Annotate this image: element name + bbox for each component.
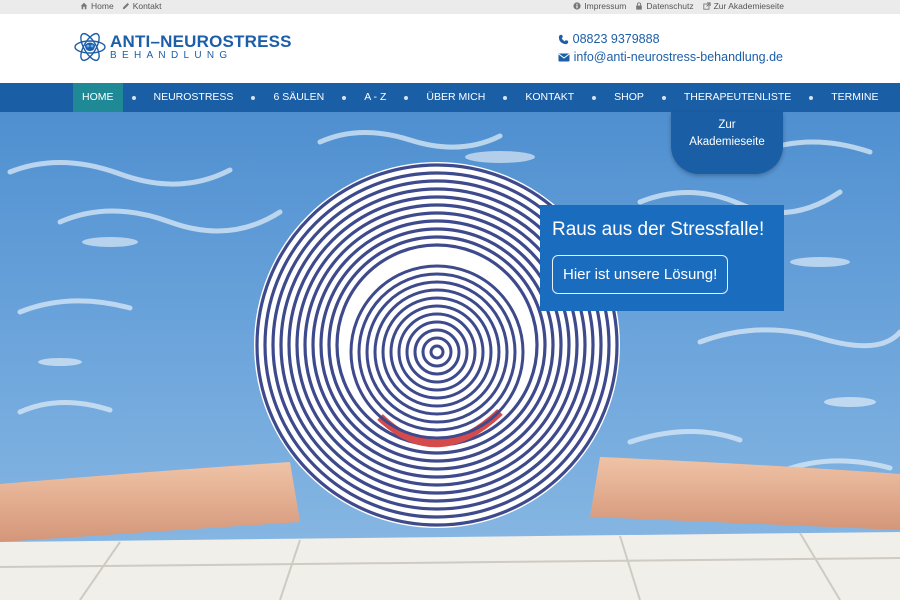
cta-box: Raus aus der Stressfalle! Hier ist unser… [540, 205, 784, 311]
topbar-home-label: Home [91, 1, 114, 11]
hero-image [0, 112, 900, 600]
nav-li-neurostress: NEUROSTRESS [145, 83, 265, 112]
nav-separator-dot [661, 95, 666, 100]
atom-logo-icon [74, 32, 106, 62]
nav-item-termine[interactable]: TERMINE [822, 83, 887, 112]
main-nav: HOME NEUROSTRESS 6 SÄULEN A - Z ÜBER MIC… [0, 83, 900, 112]
topbar-home-link[interactable]: Home [80, 1, 114, 11]
topbar-left-links: Home Kontakt [80, 1, 162, 11]
nav-li-6-saeulen: 6 SÄULEN [264, 83, 355, 112]
phone-icon [558, 34, 568, 44]
info-icon [573, 2, 581, 10]
envelope-icon [558, 53, 570, 61]
header-contact: 08823 9379888 info@anti-neurostress-beha… [558, 30, 783, 66]
nav-item-ueber-mich[interactable]: ÜBER MICH [417, 83, 494, 112]
logo-text: ANTI–NEUROSTRESS BEHANDLUNG [110, 33, 292, 61]
topbar-datenschutz-label: Datenschutz [646, 1, 694, 11]
home-icon [80, 2, 88, 10]
nav-item-therapeutenliste[interactable]: THERAPEUTENLISTE [675, 83, 800, 112]
nav-item-home[interactable]: HOME [73, 83, 123, 112]
pool-hat-illustration [0, 112, 900, 600]
topbar-impressum-link[interactable]: Impressum [573, 1, 626, 11]
nav-li-shop: SHOP [605, 83, 675, 112]
cta-title: Raus aus der Stressfalle! [552, 219, 765, 240]
phone-number: 08823 9379888 [572, 32, 660, 46]
solution-button[interactable]: Hier ist unsere Lösung! [552, 255, 729, 294]
email-address: info@anti-neurostress-behandlung.de [573, 50, 783, 64]
topbar-datenschutz-link[interactable]: Datenschutz [635, 1, 694, 11]
nav-li-home: HOME [73, 83, 145, 112]
nav-item-neurostress[interactable]: NEUROSTRESS [145, 83, 243, 112]
external-link-icon [702, 2, 711, 10]
nav-separator-dot [131, 95, 136, 100]
academy-tab-button[interactable]: Zur Akademieseite [671, 112, 783, 174]
nav-item-a-z[interactable]: A - Z [355, 83, 395, 112]
nav-separator-dot [404, 95, 409, 100]
logo-subtitle: BEHANDLUNG [110, 50, 233, 61]
email-row[interactable]: info@anti-neurostress-behandlung.de [558, 48, 783, 66]
nav-separator-dot [809, 95, 814, 100]
lock-icon [636, 2, 643, 10]
topbar-akademie-label: Zur Akademieseite [713, 1, 784, 11]
top-utility-bar: Home Kontakt Impressum Datenschutz Zur A… [0, 0, 900, 14]
nav-li-a-z: A - Z [355, 83, 417, 112]
nav-li-ueber-mich: ÜBER MICH [417, 83, 516, 112]
site-header: ANTI–NEUROSTRESS BEHANDLUNG 08823 937988… [0, 14, 900, 83]
topbar-akademie-link[interactable]: Zur Akademieseite [702, 1, 784, 11]
nav-separator-dot [251, 95, 256, 100]
nav-li-kontakt: KONTAKT [516, 83, 605, 112]
nav-item-kontakt[interactable]: KONTAKT [516, 83, 583, 112]
nav-separator-dot [592, 95, 597, 100]
nav-item-6-saeulen[interactable]: 6 SÄULEN [264, 83, 333, 112]
logo-title: ANTI–NEUROSTRESS [110, 32, 292, 51]
nav-separator-dot [503, 95, 508, 100]
topbar-kontakt-link[interactable]: Kontakt [122, 1, 162, 11]
pencil-icon [122, 2, 129, 10]
nav-li-termine: TERMINE [822, 83, 887, 112]
topbar-impressum-label: Impressum [584, 1, 627, 11]
nav-separator-dot [342, 95, 347, 100]
topbar-right-links: Impressum Datenschutz Zur Akademieseite [573, 1, 784, 11]
nav-li-therapeutenliste: THERAPEUTENLISTE [675, 83, 822, 112]
phone-row[interactable]: 08823 9379888 [558, 30, 783, 48]
nav-list: HOME NEUROSTRESS 6 SÄULEN A - Z ÜBER MIC… [73, 83, 888, 112]
academy-tab-line2: Akademieseite [689, 136, 765, 148]
nav-item-shop[interactable]: SHOP [605, 83, 653, 112]
topbar-kontakt-label: Kontakt [132, 1, 162, 11]
site-logo[interactable]: ANTI–NEUROSTRESS BEHANDLUNG [73, 29, 292, 65]
academy-tab-line1: Zur [718, 119, 736, 131]
